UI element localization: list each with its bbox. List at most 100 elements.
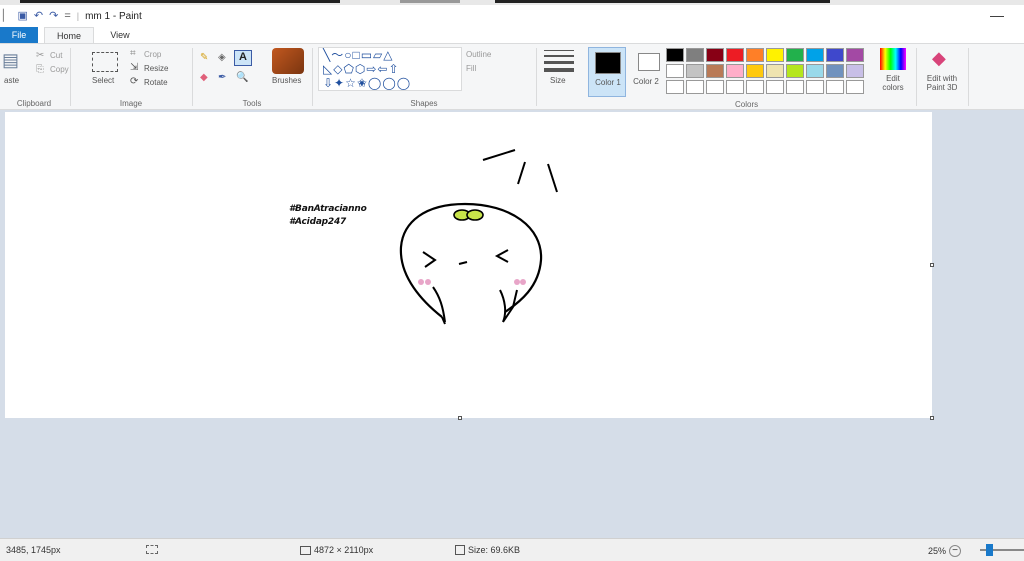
strip-segment (400, 0, 460, 3)
strip-segment (495, 0, 830, 3)
palette-swatch[interactable] (806, 48, 824, 62)
tools-label: Tools (242, 99, 262, 108)
drawing-canvas[interactable]: #BanAtracianno #Acidap247 (5, 112, 932, 418)
color2-label: Color 2 (633, 77, 659, 86)
clipboard-label: Clipboard (16, 99, 52, 108)
palette-swatch[interactable] (666, 48, 684, 62)
edit-colors-button[interactable]: Edit colors (876, 74, 910, 92)
select-icon[interactable] (92, 52, 118, 72)
disk-icon (455, 545, 465, 555)
shapes-gallery[interactable]: ╲〜○□▭▱△ ◺◇⬠⬡⇨⇦⇧ ⇩✦☆✬◯◯◯ (318, 47, 462, 91)
colors-label: Colors (735, 100, 759, 109)
crop-icon[interactable]: ⌗ (130, 48, 136, 59)
canvas-area[interactable]: #BanAtracianno #Acidap247 (0, 110, 1024, 538)
palette-swatch[interactable] (706, 48, 724, 62)
palette-swatch[interactable] (766, 80, 784, 94)
paste-icon[interactable]: ▤ (2, 50, 19, 71)
customize-qa-icon[interactable]: = (64, 10, 70, 22)
ribbon-tabs: File Home View (0, 27, 1024, 43)
palette-swatch[interactable] (706, 64, 724, 78)
zoom-slider-thumb[interactable] (986, 544, 993, 556)
group-separator (70, 48, 71, 106)
outline-button[interactable]: Outline (466, 50, 491, 59)
palette-swatch[interactable] (846, 64, 864, 78)
palette-swatch[interactable] (846, 80, 864, 94)
palette-swatch[interactable] (786, 64, 804, 78)
tab-view[interactable]: View (100, 27, 140, 43)
redo-icon[interactable]: ↷ (49, 10, 58, 22)
selection-icon (146, 545, 158, 554)
rotate-button[interactable]: Rotate (144, 78, 168, 87)
cut-button[interactable]: Cut (50, 51, 62, 60)
fill-button[interactable]: Fill (466, 64, 476, 73)
magnifier-icon[interactable]: 🔍 (236, 72, 248, 83)
palette-swatch[interactable] (686, 48, 704, 62)
sketch-drawing (399, 149, 558, 325)
palette-swatch[interactable] (706, 80, 724, 94)
palette-swatch[interactable] (806, 80, 824, 94)
size-group: Size (538, 44, 582, 110)
zoom-level: 25% − (928, 545, 962, 557)
size-button[interactable]: Size (550, 76, 566, 85)
palette-swatch[interactable] (806, 64, 824, 78)
size-icon[interactable] (544, 50, 574, 72)
copy-icon[interactable]: ⎘ (36, 64, 44, 75)
palette-swatch[interactable] (746, 64, 764, 78)
group-separator (192, 48, 193, 106)
palette-swatch[interactable] (726, 80, 744, 94)
paste-button[interactable]: aste (4, 76, 19, 85)
palette-swatch[interactable] (726, 48, 744, 62)
canvas-text-line2: #Acidap247 (289, 217, 347, 227)
palette-swatch[interactable] (826, 48, 844, 62)
palette-swatch[interactable] (786, 80, 804, 94)
window-title: mm 1 - Paint (85, 10, 142, 22)
crop-button[interactable]: Crop (144, 50, 161, 59)
tab-home[interactable]: Home (44, 27, 94, 43)
eraser-icon[interactable]: ◆ (200, 72, 208, 83)
fill-icon[interactable]: ◈ (218, 52, 226, 63)
select-button[interactable]: Select (92, 76, 114, 85)
palette-swatch[interactable] (766, 48, 784, 62)
paint3d-icon[interactable]: ◆ (932, 48, 946, 69)
palette-swatch[interactable] (686, 64, 704, 78)
clipboard-group: ▤ aste ✂ Cut ⎘ Copy Clipboard (0, 44, 69, 110)
resize-handle-right[interactable] (930, 263, 934, 267)
brush-icon[interactable] (272, 48, 304, 74)
palette-swatch[interactable] (846, 48, 864, 62)
palette-swatch[interactable] (686, 80, 704, 94)
text-tool-icon[interactable]: A (234, 50, 252, 66)
pencil-icon[interactable]: ✎ (200, 52, 208, 63)
palette-swatch[interactable] (826, 64, 844, 78)
color2-selector[interactable]: Color 2 (630, 47, 660, 97)
brushes-button[interactable]: Brushes (272, 76, 301, 85)
resize-icon[interactable]: ⇲ (130, 62, 138, 73)
palette-swatch[interactable] (666, 80, 684, 94)
resize-handle-bottom[interactable] (458, 416, 462, 420)
color1-selector[interactable]: Color 1 (588, 47, 626, 97)
rotate-icon[interactable]: ⟳ (130, 76, 138, 87)
image-group: Select ⌗ Crop ⇲ Resize ⟳ Rotate Image (72, 44, 190, 110)
quick-access-toolbar: ▏ ▣ ↶ ↷ = | (0, 10, 79, 22)
palette-swatch[interactable] (746, 80, 764, 94)
color-picker-icon[interactable]: ✒ (218, 72, 226, 83)
tab-file[interactable]: File (0, 27, 38, 43)
resize-handle-corner[interactable] (930, 416, 934, 420)
cut-icon[interactable]: ✂ (36, 50, 44, 61)
palette-swatch[interactable] (666, 64, 684, 78)
minimize-button[interactable]: — (990, 7, 1004, 23)
color-palette (666, 48, 864, 94)
palette-swatch[interactable] (826, 80, 844, 94)
palette-swatch[interactable] (746, 48, 764, 62)
palette-swatch[interactable] (726, 64, 744, 78)
paint3d-button[interactable]: Edit with Paint 3D (920, 74, 964, 92)
group-separator (536, 48, 537, 106)
image-label: Image (119, 99, 143, 108)
palette-swatch[interactable] (786, 48, 804, 62)
palette-swatch[interactable] (766, 64, 784, 78)
save-icon[interactable]: ▣ (17, 10, 27, 22)
resize-button[interactable]: Resize (144, 64, 168, 73)
copy-button[interactable]: Copy (50, 65, 69, 74)
zoom-out-icon[interactable]: − (949, 545, 962, 557)
edit-colors-icon[interactable] (880, 48, 906, 70)
undo-icon[interactable]: ↶ (34, 10, 43, 22)
